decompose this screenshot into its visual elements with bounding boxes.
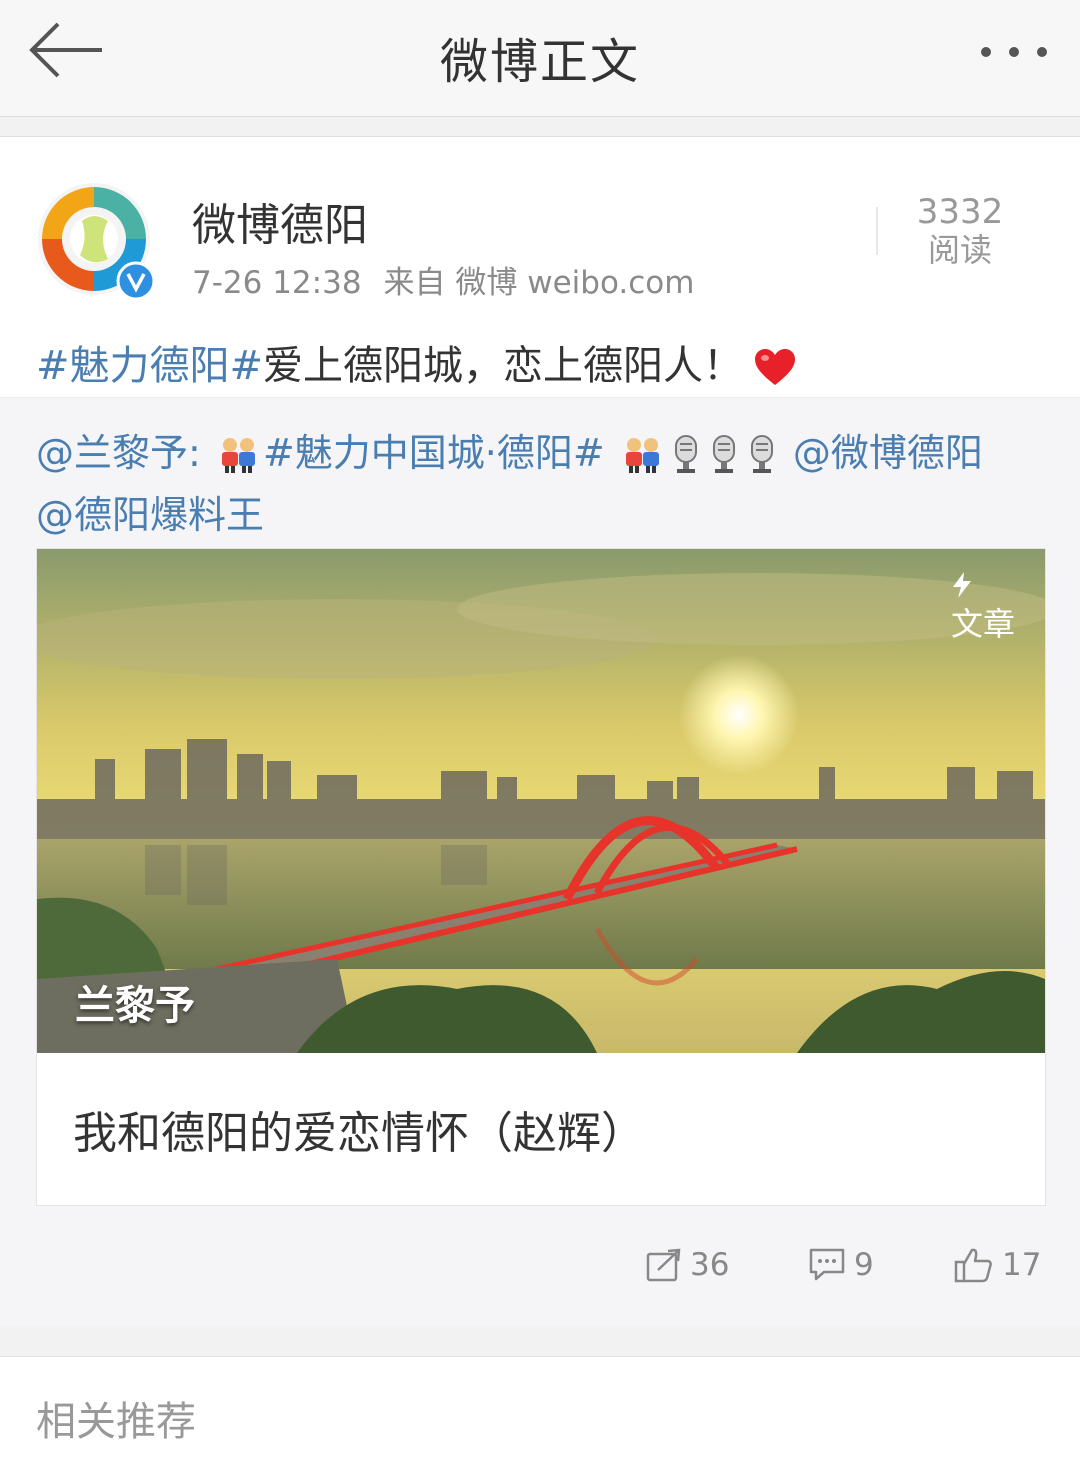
article-card[interactable]: 文章 兰黎予 我和德阳的爱恋情怀（赵辉） [36, 548, 1046, 1206]
article-cover-image: 文章 兰黎予 [37, 549, 1045, 1053]
author-name[interactable]: 微博德阳 [192, 189, 368, 253]
comment-count: 9 [854, 1247, 874, 1283]
related-title: 相关推荐 [36, 1399, 196, 1445]
repost-block: @兰黎予: #魅力中国城·德阳# @微博德阳 @德阳爆料王 文章 兰黎予 我和德… [0, 397, 1080, 1326]
repost-topic-link[interactable]: #魅力中国城·德阳# [263, 431, 605, 475]
post-card: 微博德阳 7-26 12:38 来自 微博 weibo.com 3332 阅读 #… [0, 136, 1080, 1326]
post-body: 爱上德阳城，恋上德阳人！ [263, 343, 744, 389]
post-source: 来自 微博 weibo.com [383, 265, 695, 301]
post-time: 7-26 12:38 [192, 265, 362, 301]
avatar[interactable] [36, 181, 156, 301]
article-title: 我和德阳的爱恋情怀（赵辉） [73, 1108, 645, 1159]
like-count: 17 [1002, 1247, 1042, 1283]
lightning-icon [952, 572, 971, 598]
people-emoji-icon [621, 434, 663, 488]
verified-badge-icon [116, 261, 156, 301]
read-stats: 3332 阅读 [900, 193, 1020, 269]
related-section: 相关推荐 [0, 1356, 1080, 1469]
divider [876, 207, 878, 255]
photo-author: 兰黎予 [75, 983, 195, 1029]
heart-emoji-icon [753, 347, 797, 397]
comment-icon [809, 1248, 845, 1281]
post-meta: 7-26 12:38 来自 微博 weibo.com [192, 257, 694, 302]
microphone-emoji-icon [671, 434, 701, 488]
read-count: 3332 [916, 192, 1004, 232]
mention-link[interactable]: @微博德阳 [793, 431, 983, 475]
top-nav-bar: 微博正文 [0, 0, 1080, 117]
more-dots-icon [981, 47, 1047, 57]
action-bar: 36 9 17 [0, 1235, 1080, 1295]
repost-button[interactable]: 36 [646, 1235, 729, 1295]
more-button[interactable] [978, 40, 1050, 64]
article-badge: 文章 [951, 571, 1015, 645]
repost-icon [646, 1248, 681, 1282]
microphone-emoji-icon [709, 434, 739, 488]
repost-count: 36 [690, 1247, 730, 1283]
topic-link[interactable]: #魅力德阳# [36, 343, 263, 389]
like-button[interactable]: 17 [954, 1235, 1041, 1295]
thumbs-up-icon [954, 1248, 992, 1283]
article-badge-label: 文章 [950, 605, 1015, 643]
comment-button[interactable]: 9 [808, 1235, 874, 1295]
repost-user-link[interactable]: @兰黎予: [36, 431, 201, 475]
microphone-emoji-icon [747, 434, 777, 488]
people-emoji-icon [217, 434, 259, 488]
page-title: 微博正文 [439, 34, 640, 90]
mention-link[interactable]: @德阳爆料王 [36, 493, 264, 537]
read-label: 阅读 [927, 231, 992, 269]
repost-text: @兰黎予: #魅力中国城·德阳# @微博德阳 @德阳爆料王 [36, 426, 1046, 542]
post-text: #魅力德阳#爱上德阳城，恋上德阳人！ [36, 333, 797, 397]
